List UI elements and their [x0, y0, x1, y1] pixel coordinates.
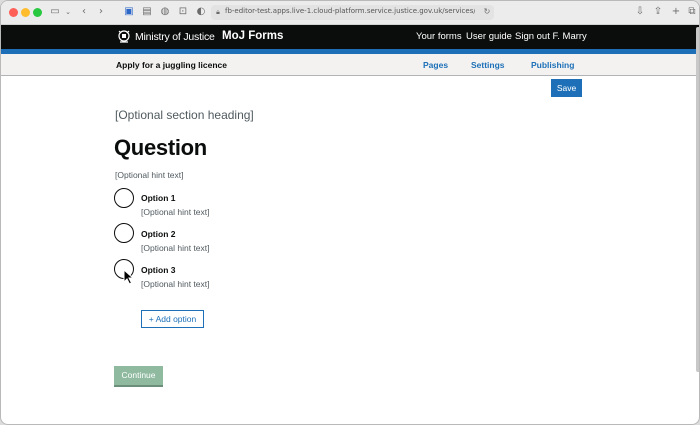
option-2-label[interactable]: Option 2 [141, 229, 175, 239]
editor-subnav [1, 54, 699, 76]
save-button[interactable]: Save [551, 79, 582, 97]
your-forms-link[interactable]: Your forms [416, 31, 462, 42]
reload-icon[interactable]: ↻ [481, 5, 493, 19]
back-icon[interactable]: ‹ [77, 5, 91, 19]
service-name[interactable]: MoJ Forms [222, 30, 283, 42]
pages-link[interactable]: Pages [423, 60, 448, 70]
chevron-down-icon[interactable]: ⌄ [61, 5, 75, 19]
globe-icon[interactable]: ◍ [158, 5, 172, 19]
tab-overview-icon[interactable]: ⧉ [685, 5, 699, 19]
address-bar[interactable]: 🔒︎ fb-editor-test.apps.live-1.cloud-plat… [211, 5, 494, 20]
sign-out-link[interactable]: Sign out F. Marry [515, 31, 587, 42]
sidebar-icon[interactable]: ▭ [48, 5, 62, 19]
forward-icon[interactable]: › [94, 5, 108, 19]
settings-link[interactable]: Settings [471, 60, 505, 70]
option-1-hint[interactable]: [Optional hint text] [141, 207, 210, 217]
zoom-window-button[interactable] [33, 8, 42, 17]
option-2-radio[interactable] [114, 223, 134, 243]
lock-icon: 🔒︎ [216, 8, 220, 16]
new-tab-icon[interactable]: + [669, 5, 683, 19]
option-1-label[interactable]: Option 1 [141, 193, 175, 203]
scrollbar[interactable] [696, 27, 699, 372]
extension-icon[interactable]: ⊡ [176, 5, 190, 19]
minimize-window-button[interactable] [21, 8, 30, 17]
add-option-button[interactable]: + Add option [141, 310, 204, 328]
continue-button[interactable]: Continue [114, 366, 163, 385]
url-text: fb-editor-test.apps.live-1.cloud-platfor… [225, 7, 475, 15]
option-3-label[interactable]: Option 3 [141, 265, 175, 275]
close-window-button[interactable] [9, 8, 18, 17]
mouse-cursor-icon [123, 269, 135, 285]
browser-window: ▭ ⌄ ‹ › ▣ ▤ ◍ ⊡ ◐ 🔒︎ fb-editor-test.apps… [0, 0, 700, 425]
page-title[interactable]: Question [114, 135, 207, 161]
form-title: Apply for a juggling licence [116, 60, 227, 70]
org-name[interactable]: Ministry of Justice [135, 31, 215, 43]
option-2-hint[interactable]: [Optional hint text] [141, 243, 210, 253]
shield-icon[interactable]: ◐ [194, 5, 208, 19]
option-1-radio[interactable] [114, 188, 134, 208]
question-hint[interactable]: [Optional hint text] [115, 170, 184, 180]
crest-icon [118, 30, 130, 43]
section-heading[interactable]: [Optional section heading] [115, 108, 254, 122]
option-3-hint[interactable]: [Optional hint text] [141, 279, 210, 289]
publishing-link[interactable]: Publishing [531, 60, 574, 70]
site-header [1, 25, 699, 49]
browser-toolbar: ▭ ⌄ ‹ › ▣ ▤ ◍ ⊡ ◐ 🔒︎ fb-editor-test.apps… [1, 1, 699, 25]
reader-icon[interactable]: ▣ [122, 5, 136, 19]
user-guide-link[interactable]: User guide [466, 31, 512, 42]
screen-icon[interactable]: ▤ [140, 5, 154, 19]
share-icon[interactable]: ⇪ [651, 5, 665, 19]
download-icon[interactable]: ⇩ [633, 5, 647, 19]
